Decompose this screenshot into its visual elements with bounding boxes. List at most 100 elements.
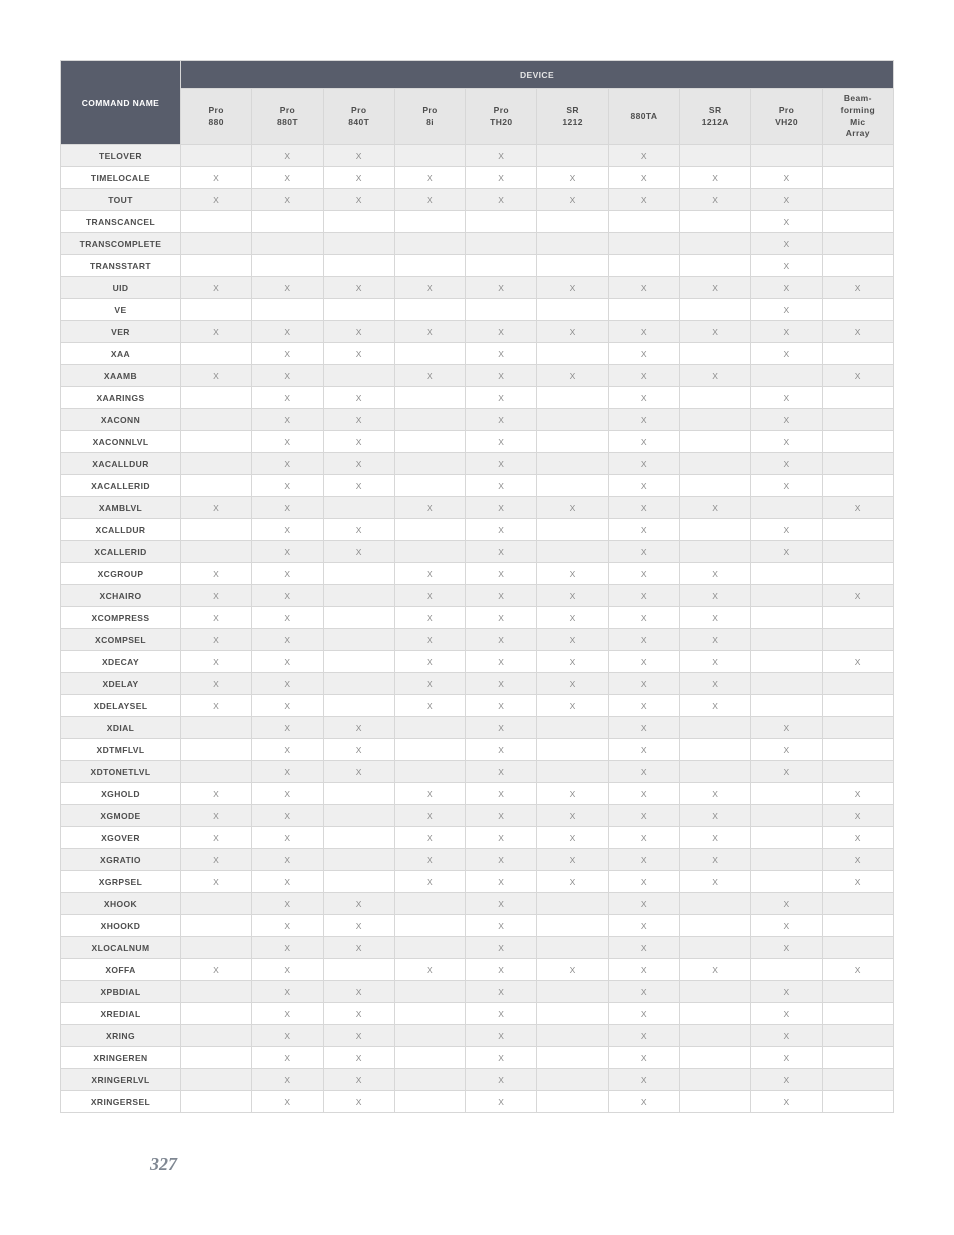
support-cell: X <box>751 409 822 431</box>
support-cell: X <box>252 475 323 497</box>
support-cell: X <box>537 189 608 211</box>
support-cell <box>680 1047 751 1069</box>
support-cell: X <box>751 453 822 475</box>
support-cell <box>181 1003 252 1025</box>
support-cell: X <box>252 277 323 299</box>
table-row: XGMODEXXXXXXXX <box>61 805 894 827</box>
support-cell: X <box>394 585 465 607</box>
support-cell <box>394 915 465 937</box>
support-cell <box>252 299 323 321</box>
support-cell: X <box>680 827 751 849</box>
support-cell: X <box>608 761 679 783</box>
support-cell: X <box>608 145 679 167</box>
support-cell: X <box>466 783 537 805</box>
support-cell: X <box>394 563 465 585</box>
support-cell <box>537 475 608 497</box>
support-cell: X <box>466 805 537 827</box>
support-cell <box>680 475 751 497</box>
support-cell: X <box>751 1091 822 1113</box>
command-name-cell: XLOCALNUM <box>61 937 181 959</box>
support-cell: X <box>181 497 252 519</box>
support-cell: X <box>466 145 537 167</box>
support-cell: X <box>608 783 679 805</box>
support-cell: X <box>608 1025 679 1047</box>
command-name-cell: TIMELOCALE <box>61 167 181 189</box>
support-cell: X <box>323 343 394 365</box>
support-cell <box>751 651 822 673</box>
support-cell <box>181 475 252 497</box>
support-cell: X <box>537 277 608 299</box>
support-cell: X <box>394 277 465 299</box>
support-cell: X <box>181 673 252 695</box>
support-cell: X <box>394 497 465 519</box>
support-cell: X <box>751 717 822 739</box>
support-cell: X <box>394 651 465 673</box>
support-cell: X <box>323 981 394 1003</box>
support-cell: X <box>822 277 893 299</box>
support-cell <box>537 1069 608 1091</box>
table-row: XAAXXXXX <box>61 343 894 365</box>
support-cell <box>822 761 893 783</box>
support-cell: X <box>751 761 822 783</box>
support-cell: X <box>537 849 608 871</box>
support-cell: X <box>537 673 608 695</box>
support-cell: X <box>394 695 465 717</box>
support-cell <box>822 739 893 761</box>
support-cell: X <box>537 783 608 805</box>
support-cell: X <box>181 563 252 585</box>
support-cell: X <box>466 343 537 365</box>
support-cell: X <box>608 1069 679 1091</box>
support-cell: X <box>252 585 323 607</box>
support-cell: X <box>252 541 323 563</box>
support-cell <box>323 629 394 651</box>
support-cell <box>680 1069 751 1091</box>
support-cell <box>323 497 394 519</box>
support-cell: X <box>608 277 679 299</box>
support-cell: X <box>751 915 822 937</box>
column-header: Pro880 <box>181 89 252 145</box>
support-cell: X <box>680 365 751 387</box>
support-cell <box>537 519 608 541</box>
support-cell <box>323 673 394 695</box>
support-cell: X <box>394 629 465 651</box>
support-cell <box>181 387 252 409</box>
support-cell: X <box>252 915 323 937</box>
support-cell: X <box>751 1047 822 1069</box>
support-cell: X <box>537 321 608 343</box>
support-cell: X <box>181 827 252 849</box>
support-cell: X <box>181 189 252 211</box>
table-row: XREDIALXXXXX <box>61 1003 894 1025</box>
support-cell: X <box>323 145 394 167</box>
support-cell <box>181 519 252 541</box>
support-cell <box>323 783 394 805</box>
table-row: XAMBLVLXXXXXXXX <box>61 497 894 519</box>
support-cell <box>537 915 608 937</box>
support-cell: X <box>323 475 394 497</box>
support-cell: X <box>751 211 822 233</box>
support-cell <box>181 541 252 563</box>
command-name-cell: XACALLERID <box>61 475 181 497</box>
support-cell <box>181 211 252 233</box>
support-cell: X <box>252 607 323 629</box>
column-header: Pro8i <box>394 89 465 145</box>
support-cell: X <box>181 871 252 893</box>
support-cell: X <box>181 585 252 607</box>
support-cell <box>323 255 394 277</box>
table-row: TIMELOCALEXXXXXXXXX <box>61 167 894 189</box>
header-command-name: COMMAND NAME <box>61 61 181 145</box>
support-cell: X <box>751 299 822 321</box>
support-cell <box>394 145 465 167</box>
support-cell: X <box>608 673 679 695</box>
support-cell <box>680 211 751 233</box>
support-cell <box>751 585 822 607</box>
support-cell <box>822 695 893 717</box>
support-cell: X <box>466 871 537 893</box>
support-cell: X <box>608 849 679 871</box>
support-cell: X <box>181 959 252 981</box>
support-cell <box>751 783 822 805</box>
support-cell <box>394 1069 465 1091</box>
table-row: XACALLDURXXXXX <box>61 453 894 475</box>
table-row: XGHOLDXXXXXXXX <box>61 783 894 805</box>
support-cell: X <box>466 959 537 981</box>
support-cell: X <box>323 541 394 563</box>
